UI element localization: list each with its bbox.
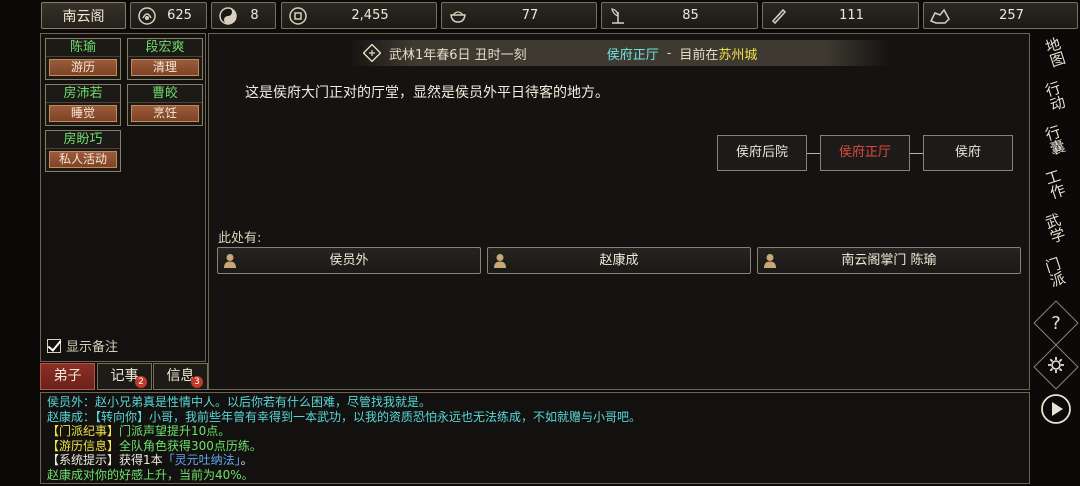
menu-label: 地图 [1043,34,1069,71]
tab-messages[interactable]: 信息 3 [153,363,208,390]
log-line: 赵康成对你的好感上升，当前为40%。 [47,467,254,482]
current-city: 苏州城 [718,47,758,63]
play-button[interactable] [1036,391,1076,431]
disciple-name: 房盼巧 [46,131,120,149]
current-prefix: 目前在 [679,47,719,63]
menu-bag-button[interactable]: 行囊 [1036,121,1076,161]
room-connector [910,153,924,154]
tab-disciples[interactable]: 弟子 [40,363,95,390]
npc-button[interactable]: 南云阁掌门 陈瑜 [757,247,1021,274]
npc-name: 侯员外 [329,253,369,268]
settings-button[interactable] [1033,344,1079,390]
disciple-card[interactable]: 段宏爽 清理 [127,38,203,80]
menu-action-button[interactable]: 行动 [1036,77,1076,117]
room-node[interactable]: 侯府后院 [717,135,807,171]
message-log[interactable]: 侯员外：赵小兄弟真是性情中人。以后你若有什么困难，尽管找我就是。 赵康成：【转向… [40,392,1030,484]
log-line: 【系统提示】获得1本「灵元吐纳法」。 [47,453,253,468]
disciple-card[interactable]: 曹皎 烹饪 [127,84,203,126]
resource-value: 625 [167,8,192,23]
sect-name-button[interactable]: 南云阁 [41,2,126,29]
show-notes-toggle[interactable]: 显示备注 [47,336,118,355]
log-line: 侯员外：赵小兄弟真是性情中人。以后你若有什么困难，尽管找我就是。 [47,395,432,409]
resource-copper-coin[interactable]: 2,455 [281,2,437,29]
menu-label: 行囊 [1043,122,1069,159]
checkbox-checked-icon [47,338,61,353]
menu-label: 行动 [1043,78,1069,115]
herb-icon [606,4,630,28]
menu-sect-button[interactable]: 门派 [1036,253,1076,293]
npc-button[interactable]: 侯员外 [217,247,481,274]
disciple-status: 睡觉 [49,105,117,122]
resource-value: 77 [521,8,539,23]
npc-name: 赵康成 [599,253,639,268]
top-resource-bar: 南云阁 625 8 2,455 77 85 111 257 [0,0,1080,32]
help-icon: ? [1051,312,1061,334]
disciple-name: 房沛若 [46,85,120,103]
resource-value: 2,455 [351,8,389,23]
disciple-status: 清理 [131,59,199,76]
gear-icon [1046,355,1066,379]
npc-name: 南云阁掌门 陈瑜 [841,253,937,268]
disciple-card[interactable]: 房沛若 睡觉 [45,84,121,126]
log-line: 【游历信息】全队角色获得300点历练。 [47,438,262,453]
tab-journal[interactable]: 记事 2 [97,363,152,390]
play-icon [1040,393,1072,429]
room-description: 这是侯府大门正对的厅堂，显然是侯员外平日待客的地方。 [245,85,609,101]
menu-label: 门派 [1043,254,1069,291]
coin-purse-icon [135,4,159,28]
menu-map-button[interactable]: 地图 [1036,33,1076,73]
resource-value: 111 [839,8,864,23]
disciple-status: 烹饪 [131,105,199,122]
menu-label: 武学 [1043,210,1069,247]
disciple-name: 曹皎 [128,85,202,103]
copper-coin-icon [286,4,310,28]
food-bowl-icon [446,4,470,28]
menu-martial-arts-button[interactable]: 武学 [1036,209,1076,249]
disciple-status: 游历 [49,59,117,76]
current-room: 侯府正厅 [606,47,659,63]
calendar-icon [362,43,382,63]
resource-value: 257 [999,8,1024,23]
disciple-status: 私人活动 [49,151,117,168]
resource-herb[interactable]: 85 [601,2,758,29]
resource-food[interactable]: 77 [441,2,597,29]
tab-label: 弟子 [53,368,82,384]
help-button[interactable]: ? [1033,300,1079,346]
resource-scroll[interactable]: 111 [762,2,919,29]
log-line: 【门派纪事】门派声望提升10点。 [47,424,231,439]
log-line: 赵康成：【转向你】小哥，我前些年曾有幸得到一本武功，以我的资质恐怕永远也无法练成… [47,409,642,424]
disciple-card[interactable]: 房盼巧 私人活动 [45,130,121,172]
disciple-name: 陈瑜 [46,39,120,57]
menu-label: 工作 [1043,166,1069,203]
notification-badge: 3 [191,376,203,388]
here-label: 此处有: [218,231,262,246]
game-date: 武林1年春6日 丑时一刻 [389,47,527,63]
separator: - [666,45,672,61]
room-node-current[interactable]: 侯府正厅 [820,135,910,171]
location-panel: 武林1年春6日 丑时一刻 侯府正厅 - 目前在 苏州城 这是侯府大门正对的厅堂，… [208,33,1030,390]
disciples-panel: 陈瑜 游历 段宏爽 清理 房沛若 睡觉 曹皎 烹饪 房盼巧 私人活动 显示备注 [40,33,206,362]
scroll-icon [767,4,791,28]
disciple-name: 段宏爽 [128,39,202,57]
menu-work-button[interactable]: 工作 [1036,165,1076,205]
room-node[interactable]: 侯府 [923,135,1013,171]
disciple-card[interactable]: 陈瑜 游历 [45,38,121,80]
resource-value: 8 [250,8,259,23]
notification-badge: 2 [135,376,147,388]
room-connector [807,153,821,154]
npc-button[interactable]: 赵康成 [487,247,751,274]
show-notes-label: 显示备注 [66,340,119,355]
resource-yin-yang[interactable]: 8 [211,2,276,29]
resource-coin-purse[interactable]: 625 [130,2,207,29]
resource-value: 85 [682,8,699,23]
ore-icon [928,4,952,28]
yin-yang-icon [216,4,240,28]
resource-ore[interactable]: 257 [923,2,1078,29]
location-header: 武林1年春6日 丑时一刻 侯府正厅 - 目前在 苏州城 [349,40,889,66]
